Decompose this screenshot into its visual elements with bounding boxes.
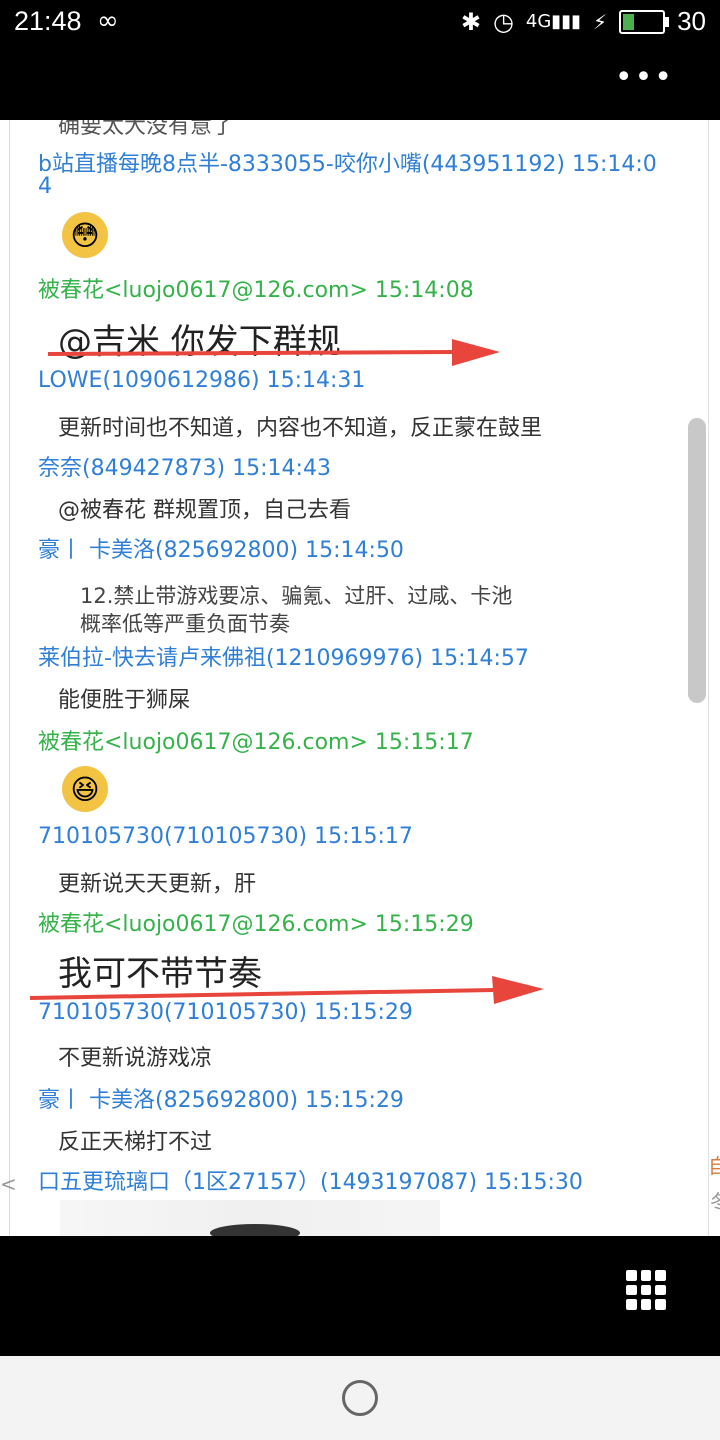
- navigation-bar: [0, 1356, 720, 1440]
- message-header: 被春花<luojo0617@126.com> 15:15:17: [38, 730, 474, 755]
- status-icons: ✱ ◷ 4G▮▮▮ ⚡ 30: [461, 6, 706, 37]
- message-header: 被春花<luojo0617@126.com> 15:15:29: [38, 912, 474, 937]
- message-text: 能便胜于狮屎: [58, 688, 191, 713]
- bluetooth-icon: ✱: [460, 7, 481, 36]
- message-header: 豪丨 卡美洛(825692800) 15:15:29: [38, 1088, 404, 1113]
- viewer-top-bar: •••: [0, 48, 720, 120]
- message-text: 反正天梯打不过: [58, 1130, 213, 1155]
- edge-fragment: <: [0, 1172, 17, 1196]
- left-border: [9, 120, 10, 1236]
- message-header: LOWE(1090612986) 15:14:31: [38, 368, 366, 393]
- message-text: 更新时间也不知道，内容也不知道，反正蒙在鼓里: [58, 416, 543, 441]
- charging-icon: ⚡: [593, 9, 608, 34]
- message-header-wrap: 4: [38, 174, 52, 199]
- message-text-wrap: 概率低等严重负面节奏: [80, 612, 290, 636]
- message-header: b站直播每晚8点半-8333055-咬你小嘴(443951192) 15:14:…: [38, 152, 657, 177]
- edge-fragment: 冬: [710, 1186, 720, 1215]
- status-time: 21:48: [14, 6, 82, 36]
- viewer-bottom-bar: [0, 1236, 720, 1356]
- alarm-icon: ◷: [492, 7, 514, 36]
- apps-grid-icon[interactable]: [626, 1270, 666, 1310]
- message-text: 12.禁止带游戏要凉、骗氪、过肝、过咸、卡池: [80, 584, 513, 608]
- battery-icon: [619, 9, 670, 34]
- message-header: 710105730(710105730) 15:15:29: [38, 1000, 413, 1025]
- red-arrow-annotation: [47, 339, 500, 366]
- edge-fragment: 自: [708, 1154, 720, 1178]
- more-options-icon[interactable]: •••: [615, 60, 674, 95]
- blurred-image-content: [210, 1224, 300, 1236]
- message-header: 莱伯拉-快去请卢来佛祖(1210969976) 15:14:57: [38, 646, 529, 671]
- message-text: 不更新说游戏凉: [58, 1046, 213, 1071]
- message-header: 710105730(710105730) 15:15:17: [38, 824, 413, 849]
- message-text: 更新说天天更新，肝: [58, 872, 257, 897]
- message-header: 奈奈(849427873) 15:14:43: [38, 456, 331, 481]
- message-header: 豪丨 卡美洛(825692800) 15:14:50: [38, 538, 404, 563]
- message-header: 口五更琉璃口（1区27157）(1493197087) 15:15:30: [38, 1170, 583, 1195]
- message-header: 被春花<luojo0617@126.com> 15:14:08: [38, 278, 474, 303]
- status-bar: 21:48 ∞ ✱ ◷ 4G▮▮▮ ⚡ 30: [0, 0, 720, 48]
- right-border: [708, 120, 709, 1236]
- signal-icon: 4G▮▮▮: [525, 11, 582, 32]
- infinity-icon: ∞: [97, 6, 119, 36]
- message-text: @被春花 群规置顶，自己去看: [58, 498, 351, 523]
- scrollbar-thumb[interactable]: [688, 418, 706, 703]
- blush-emoji-icon: 😳: [62, 212, 108, 258]
- partial-message-top: 确要太大没有意了: [58, 120, 235, 139]
- laughing-emoji-icon: 😆: [62, 766, 108, 812]
- image-viewer[interactable]: 确要太大没有意了 b站直播每晚8点半-8333055-咬你小嘴(44395119…: [0, 120, 720, 1236]
- home-button[interactable]: [342, 1380, 378, 1416]
- battery-level: 30: [677, 6, 706, 36]
